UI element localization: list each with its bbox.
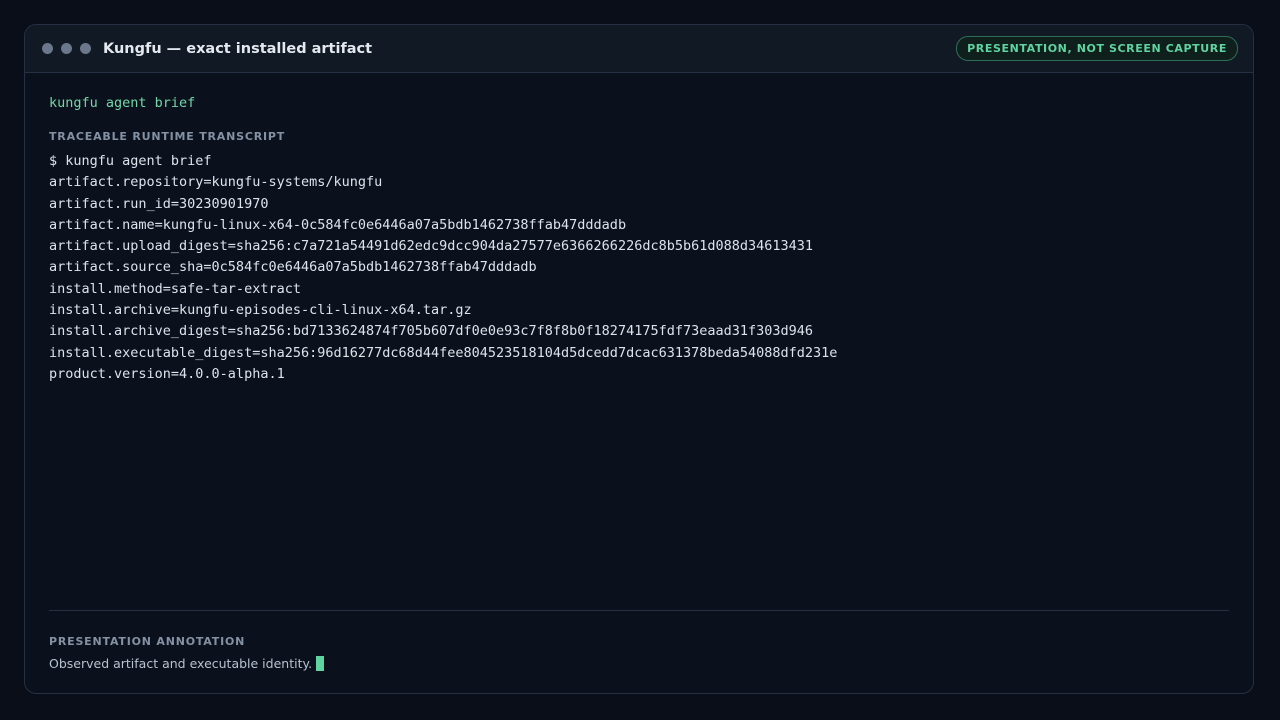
- transcript-line: install.archive=kungfu-episodes-cli-linu…: [49, 302, 472, 319]
- window-title: Kungfu — exact installed artifact: [103, 40, 373, 57]
- transcript-line: artifact.repository=kungfu-systems/kungf…: [49, 174, 383, 191]
- close-dot-icon[interactable]: [42, 43, 53, 54]
- cursor-icon: [316, 656, 325, 671]
- transcript-line: install.executable_digest=sha256:96d1627…: [49, 344, 838, 361]
- window-controls: [42, 43, 91, 54]
- annotation-label: PRESENTATION ANNOTATION: [49, 635, 246, 648]
- transcript-label: TRACEABLE RUNTIME TRANSCRIPT: [49, 130, 286, 143]
- command-heading: kungfu agent brief: [49, 95, 196, 111]
- transcript-line: product.version=4.0.0-alpha.1: [49, 365, 285, 382]
- transcript-line: artifact.source_sha=0c584fc0e6446a07a5bd…: [49, 259, 537, 276]
- section-divider: [49, 610, 1229, 611]
- transcript-line: artifact.upload_digest=sha256:c7a721a544…: [49, 238, 814, 255]
- transcript-line: install.method=safe-tar-extract: [49, 280, 301, 297]
- maximize-dot-icon[interactable]: [80, 43, 91, 54]
- presentation-badge: PRESENTATION, NOT SCREEN CAPTURE: [956, 36, 1238, 61]
- terminal-content: kungfu agent brief TRACEABLE RUNTIME TRA…: [49, 73, 1229, 693]
- transcript-line: install.archive_digest=sha256:bd71336248…: [49, 323, 814, 340]
- transcript-line: $ kungfu agent brief: [49, 153, 212, 169]
- window-titlebar: Kungfu — exact installed artifact PRESEN…: [25, 25, 1253, 73]
- annotation: Observed artifact and executable identit…: [49, 656, 325, 671]
- minimize-dot-icon[interactable]: [61, 43, 72, 54]
- transcript-line: artifact.run_id=30230901970: [49, 195, 269, 212]
- transcript-line: artifact.name=kungfu-linux-x64-0c584fc0e…: [49, 216, 627, 233]
- transcript-output: $ kungfu agent brief artifact.repository=…: [49, 151, 837, 385]
- terminal-window: Kungfu — exact installed artifact PRESEN…: [24, 24, 1254, 694]
- annotation-text: Observed artifact and executable identit…: [49, 656, 313, 671]
